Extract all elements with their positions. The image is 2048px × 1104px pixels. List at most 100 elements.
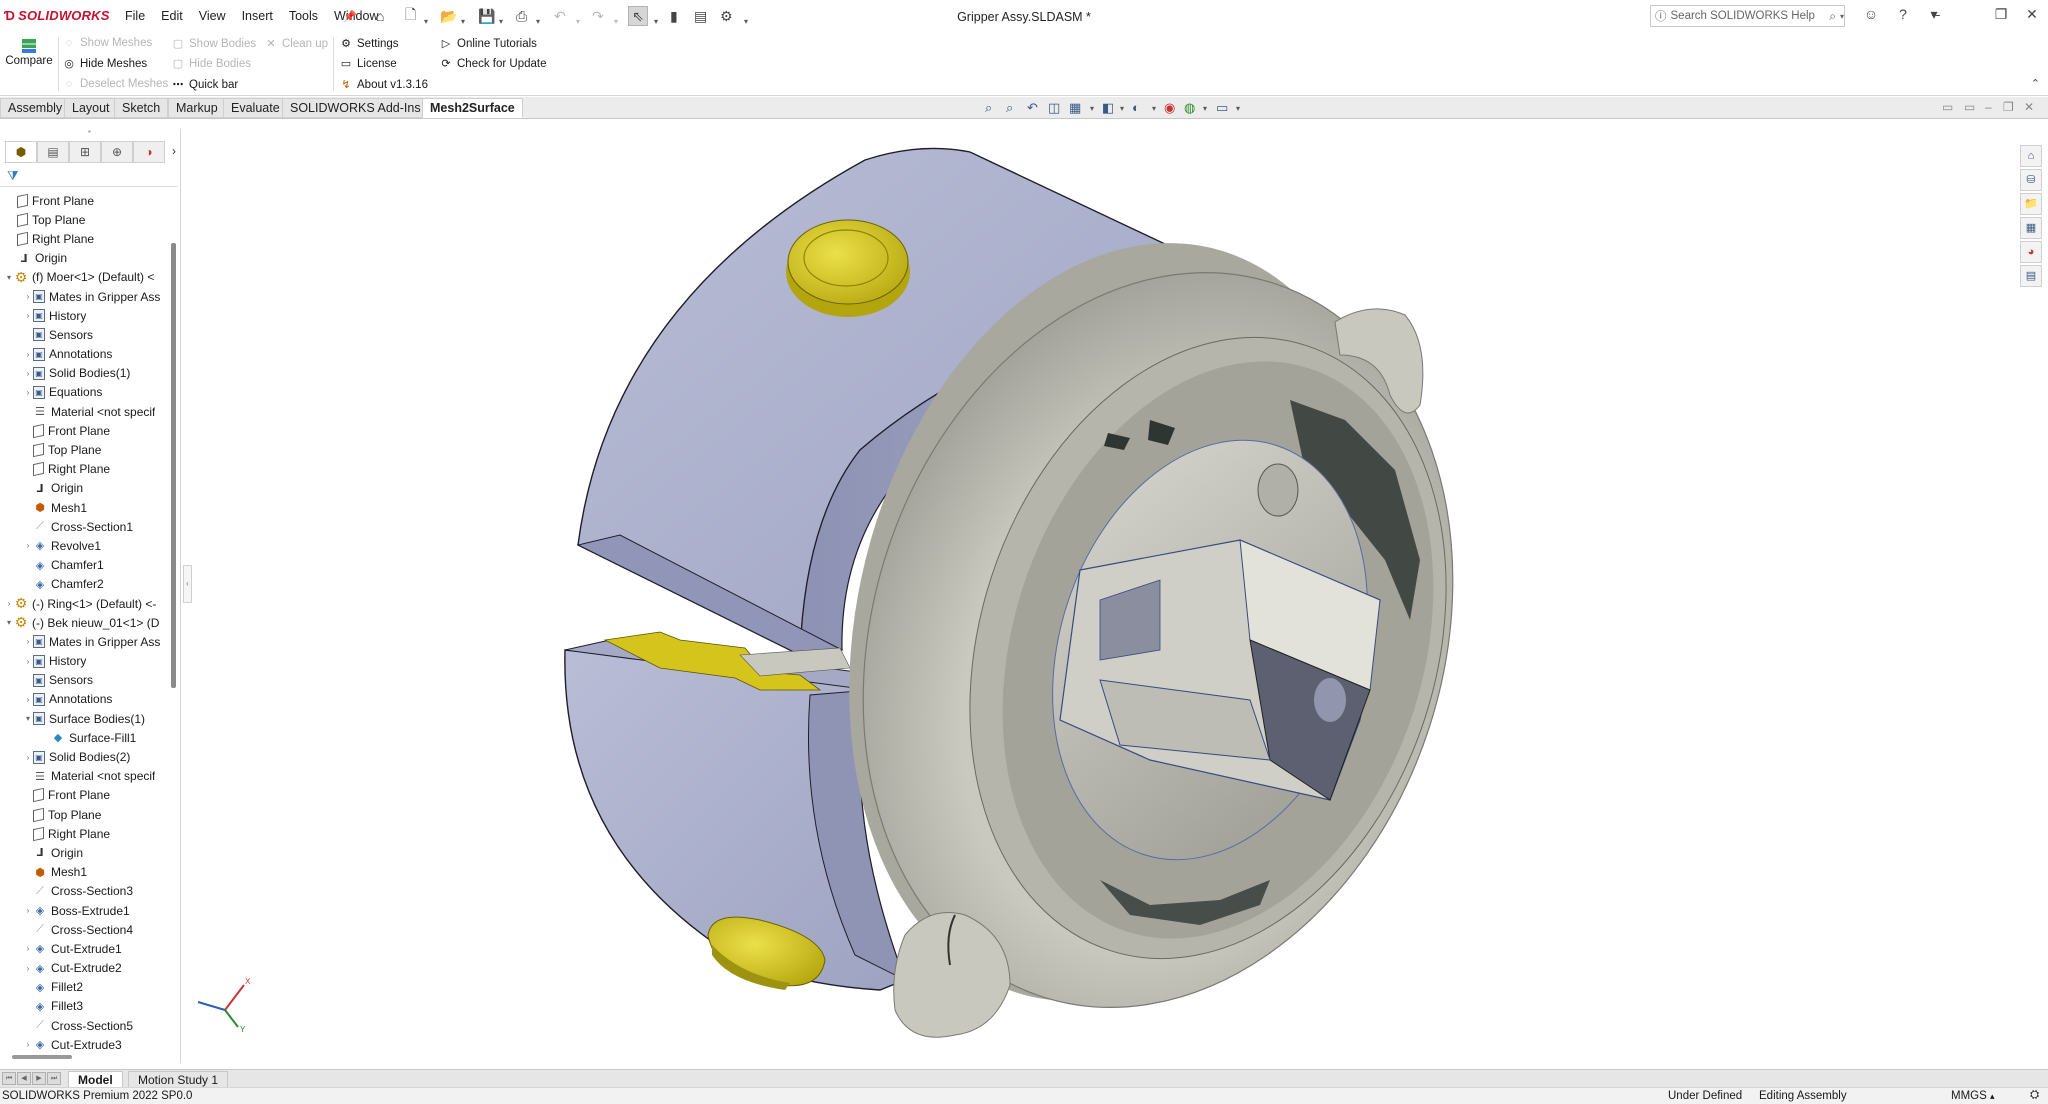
rebuild-icon[interactable]: ▮ (670, 6, 678, 26)
appearances-icon[interactable]: ◕ (2020, 241, 2042, 263)
design-library-icon[interactable]: ⛁ (2020, 169, 2042, 191)
undo-icon[interactable]: ↶ (554, 6, 566, 26)
expand-toggle-icon[interactable]: › (23, 350, 33, 359)
view-orientation-icon[interactable]: ◧ (1102, 100, 1114, 116)
tab-evaluate[interactable]: Evaluate (223, 98, 288, 118)
expand-toggle-icon[interactable]: › (23, 906, 33, 915)
tree-item[interactable]: Top Plane (0, 805, 172, 824)
select-arrow-icon[interactable]: ⇖ (628, 6, 648, 26)
dimxpert-tab-icon[interactable]: ⊕ (101, 141, 133, 163)
tab-layout[interactable]: Layout (64, 98, 118, 118)
collapse-ribbon-chevron-icon[interactable]: ⌃ (2031, 77, 2040, 90)
expand-toggle-icon[interactable]: › (23, 695, 33, 704)
expand-toggle-icon[interactable]: › (23, 541, 33, 550)
search-dropdown-caret[interactable]: ▾ (1840, 12, 1844, 21)
edit-appearance-icon[interactable]: ◍ (1184, 100, 1195, 116)
expand-toggle-icon[interactable]: › (4, 599, 14, 608)
status-units[interactable]: MMGS (1951, 1090, 1987, 1102)
tab-markup[interactable]: Markup (168, 98, 226, 118)
tree-item[interactable]: ⟋ Cross-Section4 (0, 920, 172, 939)
save-icon[interactable]: 💾 (478, 6, 495, 26)
tab-sketch[interactable]: Sketch (114, 98, 169, 118)
custom-properties-icon[interactable]: ▤ (2020, 265, 2042, 287)
menu-item-file[interactable]: File (117, 9, 153, 23)
online-tutorials-button[interactable]: ▷ Online Tutorials (440, 37, 537, 51)
menu-item-view[interactable]: View (191, 9, 234, 23)
expand-toggle-icon[interactable]: › (23, 388, 33, 397)
tree-item[interactable]: ▣ Sensors (0, 325, 172, 344)
check-update-button[interactable]: ⟳ Check for Update (440, 57, 546, 71)
dropdown-caret[interactable]: ▾ (1203, 104, 1207, 113)
tree-item[interactable]: ▾ ▣ Surface Bodies(1) (0, 709, 172, 728)
tree-item[interactable]: › ◈ Boss-Extrude1 (0, 901, 172, 920)
select-dropdown-caret[interactable]: ▾ (654, 11, 658, 31)
tree-item[interactable]: Right Plane (0, 824, 172, 843)
viewport-close-icon[interactable]: ✕ (2024, 100, 2034, 114)
pin-icon[interactable]: 📌 (343, 6, 357, 26)
tree-item[interactable]: Right Plane (0, 229, 172, 248)
tree-item[interactable]: ◈ Fillet2 (0, 978, 172, 997)
first-tab-arrow-icon[interactable]: ⏮ (2, 1072, 16, 1085)
print-icon[interactable]: ⎙ (516, 6, 527, 26)
open-icon[interactable]: 📂 (440, 6, 457, 26)
license-button[interactable]: ▭ License (340, 57, 397, 71)
tree-item[interactable]: Right Plane (0, 460, 172, 479)
hide-meshes-button[interactable]: ◎ Hide Meshes (63, 57, 147, 71)
hide-show-items-icon[interactable]: ◉ (1164, 100, 1175, 116)
show-bodies-button[interactable]: ▢ Show Bodies (172, 37, 256, 51)
home-icon[interactable]: ⌂ (376, 6, 384, 26)
zoom-to-fit-icon[interactable]: ⌕ (985, 100, 992, 116)
tree-item[interactable]: ⅃ Origin (0, 249, 172, 268)
redo-icon[interactable]: ↷ (592, 6, 604, 26)
help-icon[interactable]: ? (1892, 6, 1914, 26)
feature-manager-tab-icon[interactable]: ⬢ (5, 141, 37, 163)
tree-item[interactable]: › ⚙ (-) Ring<1> (Default) <- (0, 594, 172, 613)
tree-item[interactable]: › ◈ Revolve1 (0, 536, 172, 555)
tree-item[interactable]: › ▣ History (0, 652, 172, 671)
deselect-meshes-button[interactable]: ◌ Deselect Meshes (63, 78, 169, 90)
close-icon[interactable]: ✕ (2021, 6, 2043, 26)
expand-toggle-icon[interactable]: › (23, 964, 33, 973)
tab-model[interactable]: Model (68, 1071, 123, 1088)
menu-item-insert[interactable]: Insert (234, 9, 281, 23)
tree-item[interactable]: ⟋ Cross-Section3 (0, 882, 172, 901)
view-palette-icon[interactable]: ▦ (2020, 217, 2042, 239)
expand-toggle-icon[interactable]: › (23, 753, 33, 762)
options-dropdown-caret[interactable]: ▾ (744, 11, 748, 31)
compare-button[interactable]: Compare (5, 37, 53, 67)
search-icon[interactable]: ⌕ (1829, 9, 1836, 24)
tree-item[interactable]: › ◈ Cut-Extrude2 (0, 959, 172, 978)
tree-item[interactable]: ☰ Material <not specif (0, 767, 172, 786)
tree-item[interactable]: ◈ Fillet3 (0, 997, 172, 1016)
new-dropdown-caret[interactable]: ▾ (424, 11, 428, 31)
expand-toggle-icon[interactable]: › (23, 1040, 33, 1049)
expand-toggle-icon[interactable]: › (23, 657, 33, 666)
search-input[interactable]: ⓘ Search SOLIDWORKS Help ⌕ ▾ (1650, 5, 1845, 27)
tree-item[interactable]: › ▣ Annotations (0, 690, 172, 709)
view-settings-icon[interactable]: ▭ (1216, 100, 1228, 116)
tree-item[interactable]: › ◈ Cut-Extrude1 (0, 939, 172, 958)
expand-toggle-icon[interactable]: › (23, 637, 33, 646)
expand-toggle-icon[interactable]: › (23, 944, 33, 953)
solidworks-logo[interactable]: Ɗ SOLIDWORKS (4, 8, 110, 23)
tree-item[interactable]: ◈ Chamfer1 (0, 556, 172, 575)
tree-item[interactable]: ⟋ Cross-Section5 (0, 1016, 172, 1035)
undo-dropdown-caret[interactable]: ▾ (576, 11, 580, 31)
menu-item-tools[interactable]: Tools (281, 9, 326, 23)
expand-toggle-icon[interactable]: ▾ (4, 273, 14, 282)
tree-item[interactable]: ⬢ Mesh1 (0, 498, 172, 517)
dynamic-annotation-icon[interactable]: ▦ (1069, 100, 1081, 116)
tree-item[interactable]: ◈ Chamfer2 (0, 575, 172, 594)
settings-button[interactable]: ⚙ Settings (340, 37, 399, 51)
tree-item[interactable]: Front Plane (0, 421, 172, 440)
hide-bodies-button[interactable]: ▢ Hide Bodies (172, 57, 251, 71)
filter-funnel-icon[interactable]: ⧩ (7, 168, 19, 184)
tab-solidworks-add-ins[interactable]: SOLIDWORKS Add-Ins (282, 98, 429, 118)
tree-item[interactable]: › ▣ Equations (0, 383, 172, 402)
tree-item[interactable]: ⅃ Origin (0, 479, 172, 498)
restore-icon[interactable]: ❐ (1990, 6, 2012, 26)
display-style-icon[interactable]: ◐ (1132, 100, 1140, 115)
expand-toggle-icon[interactable]: › (23, 311, 33, 320)
tree-filter[interactable]: ⧩ (0, 165, 178, 187)
tree-item[interactable]: Front Plane (0, 191, 172, 210)
